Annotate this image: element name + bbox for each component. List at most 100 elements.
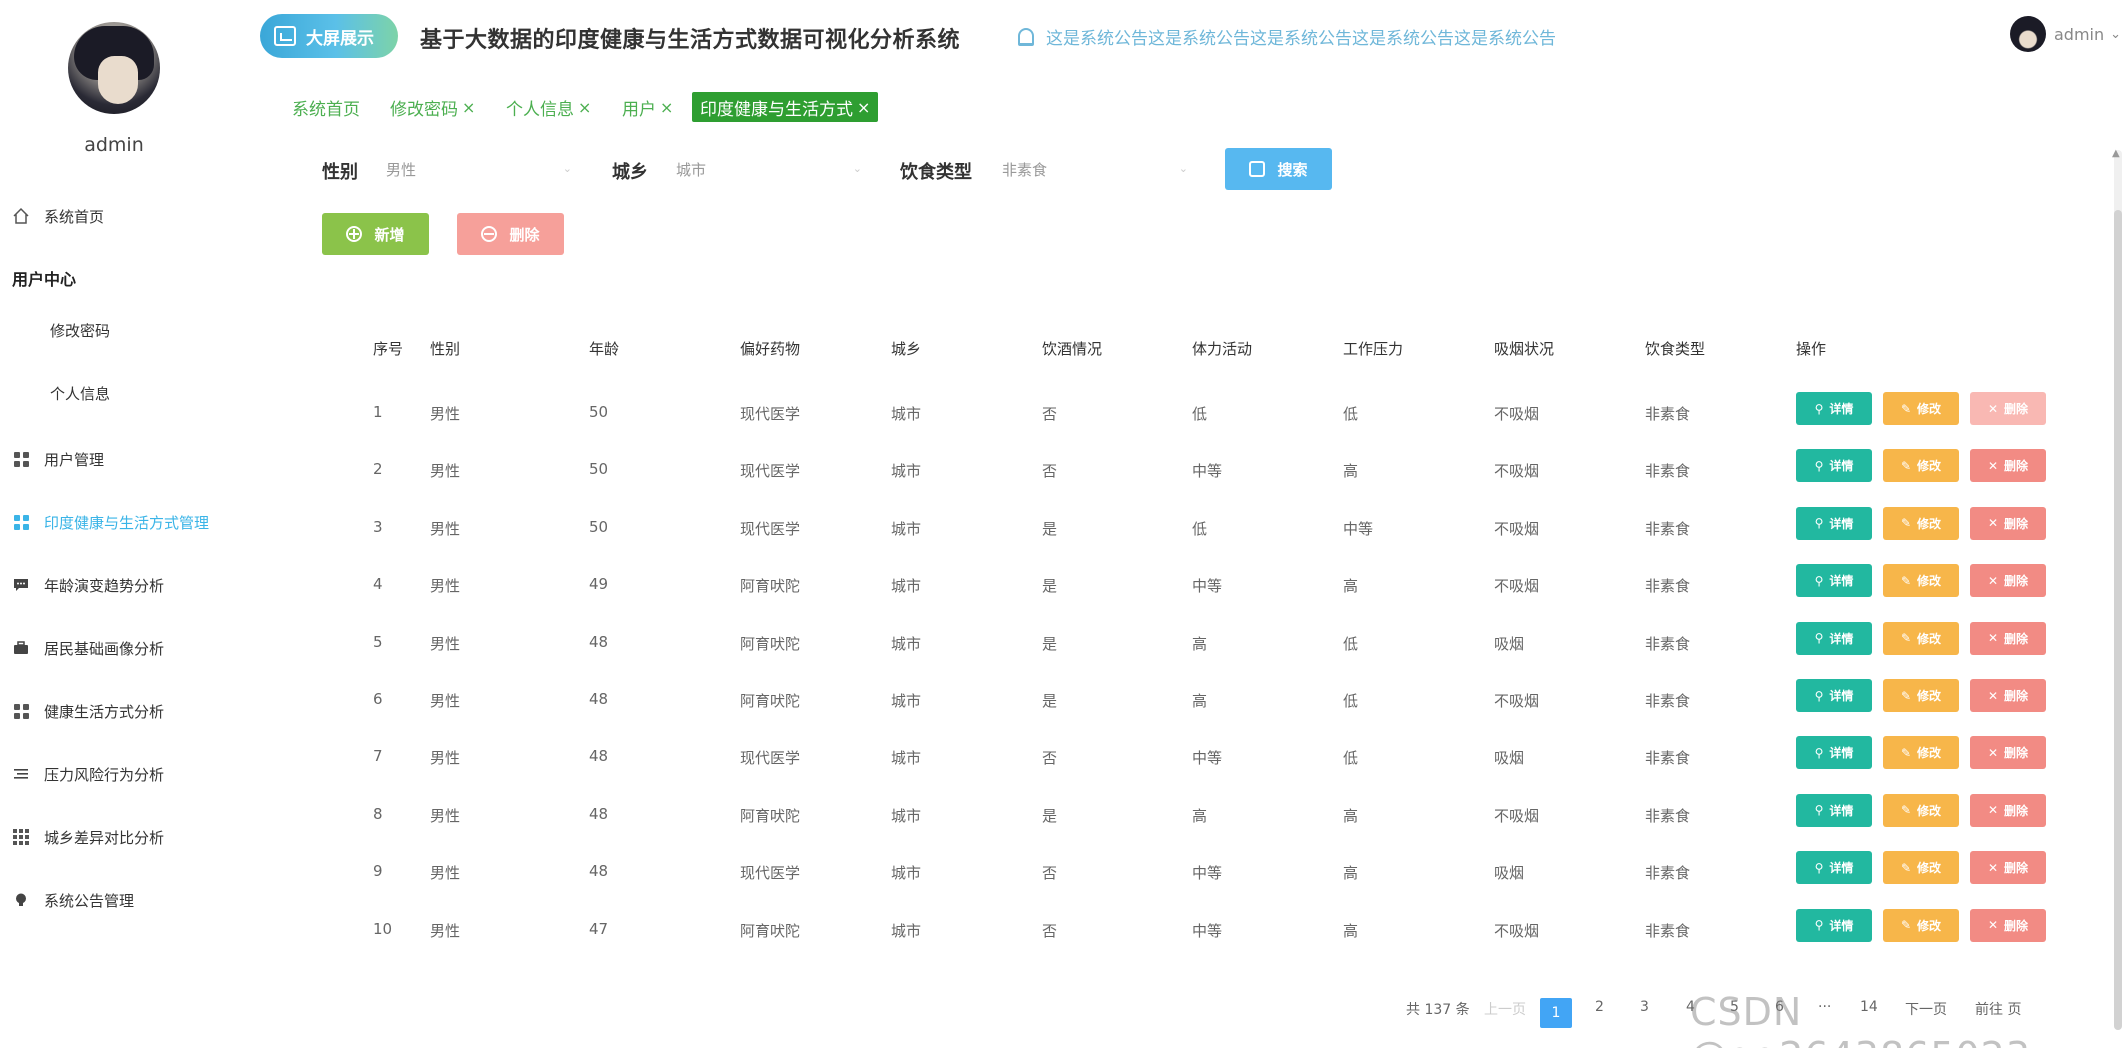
sidebar-item-notice-management[interactable]: 系统公告管理 [12, 880, 134, 920]
pagination-page[interactable]: 2 [1595, 999, 1604, 1015]
user-menu[interactable]: admin ⌄ [2010, 16, 2121, 52]
notice-bar[interactable]: 这是系统公告这是系统公告这是系统公告这是系统公告这是系统公告 [1018, 24, 1556, 49]
tab-user[interactable]: 用户 × [614, 92, 681, 122]
sidebar-item-profile[interactable]: 个人信息 [50, 383, 110, 404]
sidebar-item-age-trend[interactable]: 年龄演变趋势分析 [12, 565, 164, 605]
tab-home[interactable]: 系统首页 [284, 92, 368, 122]
sidebar-item-stress-risk[interactable]: 压力风险行为分析 [12, 754, 164, 794]
edit-button[interactable]: ✎ 修改 [1883, 621, 1959, 655]
edit-button[interactable]: ✎ 修改 [1883, 679, 1959, 712]
close-icon[interactable]: × [462, 98, 475, 117]
sidebar-item-change-password[interactable]: 修改密码 [50, 320, 110, 341]
sidebar-item-label: 居民基础画像分析 [44, 639, 165, 658]
tab-label: 印度健康与生活方式 [700, 99, 853, 120]
avatar [2010, 16, 2046, 52]
detail-button[interactable]: ⚲ 详情 [1796, 793, 1872, 827]
detail-button[interactable]: ⚲ 详情 [1796, 621, 1872, 655]
pagination-page-current[interactable]: 1 [1540, 998, 1572, 1028]
avatar[interactable] [68, 22, 160, 114]
search-icon: ⚲ [1814, 458, 1824, 473]
detail-button[interactable]: ⚲ 详情 [1796, 564, 1872, 598]
sidebar-item-home[interactable]: 系统首页 [12, 196, 104, 236]
detail-button[interactable]: ⚲ 详情 [1796, 736, 1872, 770]
diet-value: 非素食 [1002, 160, 1048, 179]
search-label: 搜索 [1277, 160, 1308, 179]
row-delete-button[interactable]: ✕ 删除 [1970, 793, 2046, 827]
edit-button[interactable]: ✎ 修改 [1883, 908, 1959, 942]
row-delete-button-label: 删除 [2004, 803, 2029, 818]
scrollbar-thumb[interactable] [2114, 210, 2122, 1030]
edit-icon: ✎ [1900, 688, 1912, 703]
search-button[interactable]: 搜索 [1225, 148, 1332, 190]
cell-age: 48 [589, 862, 609, 881]
row-delete-button[interactable]: ✕ 删除 [1970, 564, 2046, 598]
cell-drinking: 是 [1042, 692, 1058, 710]
sidebar-item-user-management[interactable]: 用户管理 [12, 439, 104, 479]
pagination-prev[interactable]: 上一页 [1484, 999, 1526, 1019]
diet-select[interactable]: 非素食 ⌄ [994, 150, 1194, 188]
edit-button[interactable]: ✎ 修改 [1883, 449, 1959, 483]
pagination-page[interactable]: 3 [1640, 999, 1649, 1015]
detail-button[interactable]: ⚲ 详情 [1796, 506, 1872, 540]
th-smoking: 吸烟状况 [1494, 340, 1555, 358]
scroll-up-icon[interactable]: ▲ [2112, 148, 2120, 159]
cell-smoking: 吸烟 [1494, 749, 1525, 768]
edit-button[interactable]: ✎ 修改 [1883, 392, 1959, 425]
table-row: 6 男性 48 阿育吠陀 城市 是 高 低 不吸烟 非素食 ⚲ 详情 ✎ 修改 ✕ 删除 [300, 672, 2060, 729]
detail-button[interactable]: ⚲ 详情 [1796, 851, 1872, 885]
cell-medicine: 现代医学 [740, 462, 801, 481]
search-icon: ⚲ [1814, 860, 1824, 875]
big-screen-button[interactable]: 大屏展示 [260, 14, 398, 58]
detail-button[interactable]: ⚲ 详情 [1796, 392, 1872, 425]
row-delete-button[interactable]: ✕ 删除 [1970, 851, 2046, 885]
search-icon [1249, 161, 1266, 177]
row-delete-button[interactable]: ✕ 删除 [1970, 449, 2046, 483]
close-icon[interactable]: × [578, 98, 591, 117]
detail-button-label: 详情 [1829, 631, 1854, 646]
cell-drinking: 否 [1042, 864, 1058, 883]
delete-button[interactable]: 删除 [457, 213, 564, 255]
add-button[interactable]: 新增 [322, 213, 429, 255]
edit-button[interactable]: ✎ 修改 [1883, 851, 1959, 885]
close-icon[interactable]: × [857, 98, 870, 117]
cell-gender: 男性 [430, 749, 461, 768]
gender-select[interactable]: 男性 ⌄ [378, 150, 578, 188]
detail-button[interactable]: ⚲ 详情 [1796, 679, 1872, 712]
grid-icon [12, 450, 30, 468]
area-select[interactable]: 城市 ⌄ [668, 150, 868, 188]
edit-button[interactable]: ✎ 修改 [1883, 736, 1959, 770]
row-delete-button[interactable]: ✕ 删除 [1970, 506, 2046, 540]
detail-button-label: 详情 [1829, 689, 1854, 703]
sidebar-item-label: 系统首页 [44, 207, 105, 226]
search-icon: ⚲ [1814, 745, 1824, 760]
edit-button-label: 修改 [1917, 803, 1942, 818]
row-delete-button[interactable]: ✕ 删除 [1970, 679, 2046, 712]
cell-age: 50 [589, 517, 609, 536]
search-icon: ⚲ [1814, 803, 1824, 818]
detail-button[interactable]: ⚲ 详情 [1796, 908, 1872, 942]
edit-button[interactable]: ✎ 修改 [1883, 564, 1959, 598]
tab-profile[interactable]: 个人信息 × [498, 92, 599, 122]
sidebar-item-resident-profile[interactable]: 居民基础画像分析 [12, 628, 164, 668]
cell-diet: 非素食 [1645, 519, 1691, 538]
close-icon[interactable]: × [660, 98, 673, 117]
tab-change-password[interactable]: 修改密码 × [382, 92, 483, 122]
row-delete-button[interactable]: ✕ 删除 [1970, 392, 2046, 425]
edit-button[interactable]: ✎ 修改 [1883, 506, 1959, 540]
detail-button[interactable]: ⚲ 详情 [1796, 449, 1872, 483]
detail-button-label: 详情 [1829, 803, 1854, 818]
cell-medicine: 阿育吠陀 [740, 921, 801, 940]
row-delete-button[interactable]: ✕ 删除 [1970, 736, 2046, 770]
cell-index: 8 [373, 804, 383, 823]
diet-label: 饮食类型 [900, 162, 972, 183]
tab-health-lifestyle[interactable]: 印度健康与生活方式 × [692, 92, 879, 122]
sidebar-item-urban-rural[interactable]: 城乡差异对比分析 [12, 817, 164, 857]
close-icon: ✕ [1987, 918, 1999, 933]
table-row: 8 男性 48 阿育吠陀 城市 是 高 高 不吸烟 非素食 ⚲ 详情 ✎ 修改 ✕ 删除 [300, 787, 2060, 844]
row-delete-button[interactable]: ✕ 删除 [1970, 908, 2046, 942]
sidebar-item-lifestyle-analysis[interactable]: 健康生活方式分析 [12, 691, 164, 731]
th-index: 序号 [373, 340, 404, 358]
row-delete-button[interactable]: ✕ 删除 [1970, 621, 2046, 655]
sidebar-item-health-lifestyle[interactable]: 印度健康与生活方式管理 [12, 502, 209, 542]
edit-button[interactable]: ✎ 修改 [1883, 793, 1959, 827]
